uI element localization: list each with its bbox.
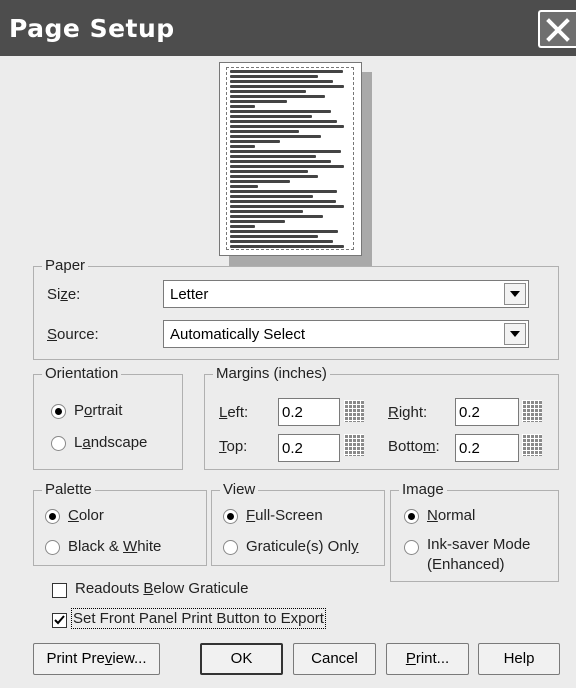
preview-text-line bbox=[230, 155, 316, 158]
landscape-radio[interactable] bbox=[51, 436, 66, 451]
cancel-button[interactable]: Cancel bbox=[293, 643, 376, 675]
preview-text-line bbox=[230, 80, 334, 83]
black-white-label[interactable]: Black & White bbox=[68, 538, 161, 555]
preview-text-line bbox=[230, 85, 344, 88]
graticule-only-radio[interactable] bbox=[223, 540, 238, 555]
top-margin-input[interactable]: 0.2 bbox=[278, 434, 340, 462]
page-preview bbox=[219, 62, 362, 256]
preview-text-line bbox=[230, 135, 321, 138]
orientation-group-label: Orientation bbox=[42, 365, 122, 383]
chevron-down-icon bbox=[510, 291, 520, 297]
preview-text-line bbox=[230, 90, 306, 93]
normal-label[interactable]: Normal bbox=[427, 507, 475, 524]
left-margin-input[interactable]: 0.2 bbox=[278, 398, 340, 426]
landscape-label[interactable]: Landscape bbox=[74, 434, 147, 451]
graticule-only-label[interactable]: Graticule(s) Only bbox=[246, 538, 359, 555]
top-margin-label: Top: bbox=[219, 438, 248, 455]
size-label: Size: bbox=[47, 286, 81, 303]
preview-text-line bbox=[230, 210, 304, 213]
close-button[interactable] bbox=[538, 10, 576, 48]
ink-saver-label-line2[interactable]: (Enhanced) bbox=[427, 556, 505, 573]
checkmark-icon bbox=[54, 615, 65, 625]
preview-text-line bbox=[230, 185, 258, 188]
chevron-down-icon bbox=[510, 331, 520, 337]
full-screen-label[interactable]: Full-Screen bbox=[246, 507, 323, 524]
preview-text-line bbox=[230, 195, 314, 198]
preview-text-line bbox=[230, 180, 291, 183]
source-select-value: Automatically Select bbox=[170, 326, 306, 343]
preview-text-line bbox=[230, 125, 344, 128]
margin-spinner-icon[interactable] bbox=[344, 400, 364, 422]
margin-spinner-icon[interactable] bbox=[522, 434, 542, 456]
preview-text-line bbox=[230, 240, 334, 243]
close-icon bbox=[546, 18, 570, 42]
readouts-below-label[interactable]: Readouts Below Graticule bbox=[75, 580, 248, 597]
preview-text-line bbox=[230, 220, 286, 223]
preview-text-line bbox=[230, 115, 312, 118]
bottom-margin-input[interactable]: 0.2 bbox=[455, 434, 519, 462]
printable-area bbox=[226, 67, 354, 250]
print-preview-button[interactable]: Print Preview... bbox=[33, 643, 160, 675]
source-select[interactable]: Automatically Select bbox=[163, 320, 529, 348]
ink-saver-radio[interactable] bbox=[404, 540, 419, 555]
preview-text-line bbox=[230, 215, 324, 218]
preview-text-line bbox=[230, 105, 256, 108]
preview-text-line bbox=[230, 200, 336, 203]
normal-radio[interactable] bbox=[404, 509, 419, 524]
view-group-label: View bbox=[220, 481, 259, 499]
black-white-radio[interactable] bbox=[45, 540, 60, 555]
dialog-title: Page Setup bbox=[9, 14, 175, 43]
ink-saver-label[interactable]: Ink-saver Mode bbox=[427, 536, 530, 553]
preview-text-line bbox=[230, 190, 338, 193]
palette-group-label: Palette bbox=[42, 481, 95, 499]
help-button[interactable]: Help bbox=[478, 643, 560, 675]
portrait-radio[interactable] bbox=[51, 404, 66, 419]
preview-text-line bbox=[230, 225, 256, 228]
color-radio[interactable] bbox=[45, 509, 60, 524]
size-dropdown-button[interactable] bbox=[504, 283, 526, 305]
preview-text-line bbox=[230, 110, 331, 113]
portrait-label[interactable]: Portrait bbox=[74, 402, 122, 419]
preview-text-line bbox=[230, 140, 281, 143]
size-select[interactable]: Letter bbox=[163, 280, 529, 308]
preview-text-line bbox=[230, 75, 319, 78]
preview-text-line bbox=[230, 70, 344, 73]
margin-spinner-icon[interactable] bbox=[522, 400, 542, 422]
preview-text-line bbox=[230, 235, 319, 238]
preview-text-line bbox=[230, 230, 339, 233]
margins-group-label: Margins (inches) bbox=[213, 365, 330, 383]
preview-text-line bbox=[230, 145, 256, 148]
preview-text-line bbox=[230, 100, 287, 103]
image-group-label: Image bbox=[399, 481, 447, 499]
size-select-value: Letter bbox=[170, 286, 209, 303]
export-button-checkbox[interactable] bbox=[52, 613, 67, 628]
left-margin-label: Left: bbox=[219, 404, 249, 421]
ok-button[interactable]: OK bbox=[200, 643, 283, 675]
source-dropdown-button[interactable] bbox=[504, 323, 526, 345]
preview-text-line bbox=[230, 205, 344, 208]
preview-text-line bbox=[230, 175, 319, 178]
preview-text-line bbox=[230, 150, 341, 153]
paper-group-label: Paper bbox=[42, 257, 89, 275]
preview-text-line bbox=[230, 165, 344, 168]
orientation-group: Orientation bbox=[33, 365, 183, 470]
preview-text-line bbox=[230, 120, 338, 123]
readouts-below-checkbox[interactable] bbox=[52, 583, 67, 598]
print-button[interactable]: Print... bbox=[386, 643, 469, 675]
color-label[interactable]: Color bbox=[68, 507, 104, 524]
right-margin-input[interactable]: 0.2 bbox=[455, 398, 519, 426]
right-margin-label: Right: bbox=[388, 404, 428, 421]
title-bar: Page Setup bbox=[0, 0, 576, 56]
full-screen-radio[interactable] bbox=[223, 509, 238, 524]
margin-spinner-icon[interactable] bbox=[344, 434, 364, 456]
export-button-label[interactable]: Set Front Panel Print Button to Export bbox=[71, 608, 326, 629]
preview-text-line bbox=[230, 130, 300, 133]
preview-text-line bbox=[230, 170, 309, 173]
preview-text-line bbox=[230, 245, 344, 248]
bottom-margin-label: Bottom: bbox=[388, 438, 440, 455]
preview-text-line bbox=[230, 95, 325, 98]
source-label: Source: bbox=[47, 326, 99, 343]
preview-text-line bbox=[230, 160, 331, 163]
page-setup-dialog: Page Setup Paper Size: Letter Source: Au… bbox=[0, 0, 576, 688]
